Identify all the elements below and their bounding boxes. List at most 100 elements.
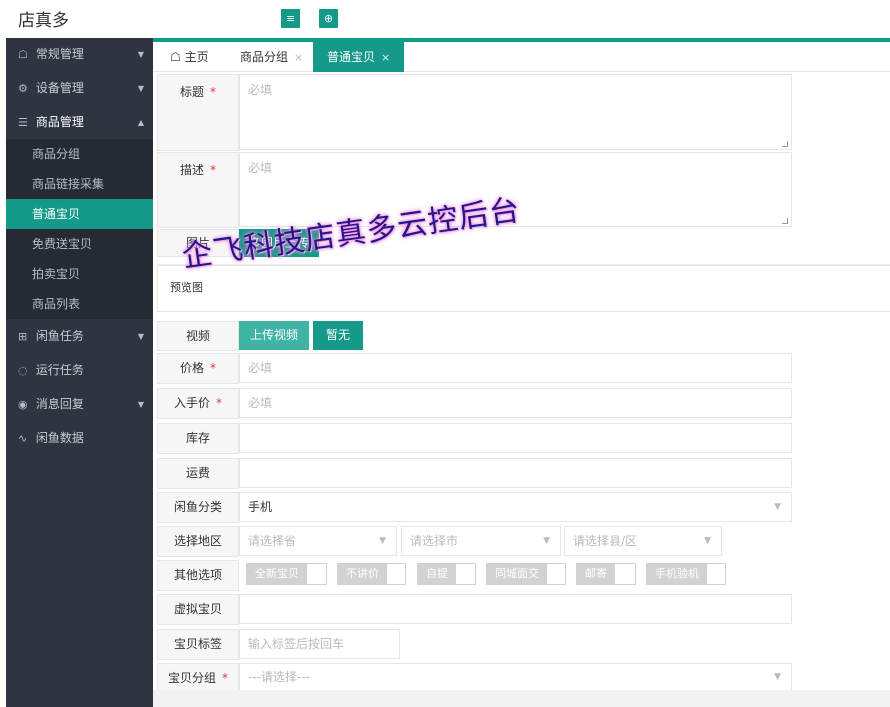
home-icon: ☖ bbox=[18, 48, 28, 61]
price-input[interactable]: 必填 bbox=[239, 353, 792, 383]
category-label: 闲鱼分类 bbox=[157, 492, 239, 523]
sidebar-item-label: 运行任务 bbox=[35, 363, 84, 377]
pulse-icon: ∿ bbox=[18, 432, 28, 445]
virtual-item-input[interactable] bbox=[239, 594, 792, 624]
chevron-down-icon: ▼ bbox=[543, 536, 550, 546]
sidebar-item-products[interactable]: ☰ 商品管理 ▲ bbox=[6, 106, 153, 139]
toggle-label: 手机验机 bbox=[647, 564, 707, 584]
menu-icon: ≡ bbox=[285, 12, 296, 25]
close-icon[interactable]: × bbox=[294, 51, 303, 64]
sidebar-item-label: 常规管理 bbox=[35, 47, 84, 61]
caret-down-icon: ▼ bbox=[137, 400, 144, 409]
tab-bar: ☖ 主页 商品分组 × 普通宝贝 × bbox=[153, 42, 890, 72]
sidebar-item-xianyu-tasks[interactable]: ⊞ 闲鱼任务 ▼ bbox=[6, 320, 153, 353]
virtual-item-label: 虚拟宝贝 bbox=[157, 594, 239, 625]
sidebar-item-xianyu-data[interactable]: ∿ 闲鱼数据 bbox=[6, 422, 153, 455]
toggle-label: 全新宝贝 bbox=[247, 564, 307, 584]
district-select[interactable]: 请选择县/区 ▼ bbox=[564, 526, 722, 556]
cost-price-input[interactable]: 必填 bbox=[239, 388, 792, 418]
tab-home[interactable]: ☖ 主页 bbox=[170, 42, 209, 72]
item-tags-input[interactable]: 输入标签后按回车 bbox=[239, 629, 400, 659]
city-select[interactable]: 请选择市 ▼ bbox=[401, 526, 561, 556]
sidebar: ☖ 常规管理 ▼ ⚙ 设备管理 ▼ ☰ 商品管理 ▲ 商品分组 商品链接采集 普… bbox=[6, 38, 153, 707]
top-header: 店真多 ≡ ⊕ bbox=[0, 0, 890, 38]
tab-label: 商品分组 bbox=[240, 50, 289, 64]
sidebar-item-devices[interactable]: ⚙ 设备管理 ▼ bbox=[6, 72, 153, 105]
preview-label: 预览图 bbox=[170, 281, 203, 294]
category-select[interactable]: 手机 ▼ bbox=[239, 492, 792, 522]
cost-price-label: 入手价 * bbox=[157, 388, 239, 419]
label-text: 价格 bbox=[179, 361, 204, 375]
toggle-phone-inspect[interactable]: 手机验机 bbox=[646, 563, 726, 585]
stock-input[interactable] bbox=[239, 423, 792, 453]
tab-product-groups[interactable]: 商品分组 × bbox=[240, 42, 303, 72]
tab-normal-item[interactable]: 普通宝贝 × bbox=[313, 42, 405, 72]
sidebar-item-message-reply[interactable]: ◉ 消息回复 ▼ bbox=[6, 388, 153, 421]
sidebar-subitem-link-collect[interactable]: 商品链接采集 bbox=[6, 169, 153, 199]
caret-down-icon: ▼ bbox=[137, 84, 144, 93]
required-mark: * bbox=[210, 85, 216, 99]
required-mark: * bbox=[210, 163, 216, 177]
placeholder: 请选择县/区 bbox=[573, 534, 638, 548]
toggle-brand-new[interactable]: 全新宝贝 bbox=[246, 563, 327, 585]
sidebar-item-label: 闲鱼任务 bbox=[35, 329, 84, 343]
sidebar-subitem-free-item[interactable]: 免费送宝贝 bbox=[6, 229, 153, 259]
sidebar-item-label: 设备管理 bbox=[35, 81, 84, 95]
placeholder: 请选择市 bbox=[410, 534, 459, 548]
toggle-no-bargain[interactable]: 不讲价 bbox=[337, 563, 406, 585]
home-icon: ☖ bbox=[170, 50, 181, 64]
no-video-button[interactable]: 暂无 bbox=[313, 321, 363, 350]
sidebar-subitem-auction-item[interactable]: 拍卖宝贝 bbox=[6, 259, 153, 289]
menu-toggle-button[interactable]: ≡ bbox=[281, 9, 300, 28]
sidebar-subitem-normal-item[interactable]: 普通宝贝 bbox=[6, 199, 153, 229]
label-text: 宝贝分组 bbox=[167, 671, 216, 685]
price-label: 价格 * bbox=[157, 353, 239, 384]
preview-area bbox=[157, 265, 890, 312]
caret-down-icon: ▼ bbox=[137, 332, 144, 341]
resize-handle-icon[interactable] bbox=[782, 141, 788, 147]
toggle-label: 自提 bbox=[418, 564, 456, 584]
sidebar-item-run-tasks[interactable]: ◌ 运行任务 bbox=[6, 354, 153, 387]
sidebar-item-label: 闲鱼数据 bbox=[35, 431, 84, 445]
upload-video-button[interactable]: 上传视频 bbox=[239, 321, 309, 350]
video-label: 视频 bbox=[157, 321, 239, 351]
toggle-mail[interactable]: 邮寄 bbox=[576, 563, 636, 585]
description-label: 描述 * bbox=[157, 152, 239, 228]
add-button[interactable]: ⊕ bbox=[319, 9, 338, 28]
required-mark: * bbox=[222, 671, 228, 685]
tab-label: 普通宝贝 bbox=[327, 50, 376, 64]
chevron-down-icon: ▼ bbox=[704, 536, 711, 546]
shipping-label: 运费 bbox=[157, 458, 239, 489]
eye-icon: ◉ bbox=[18, 398, 28, 411]
placeholder: ---请选择--- bbox=[248, 670, 310, 684]
add-icon: ⊕ bbox=[323, 12, 334, 25]
required-mark: * bbox=[210, 361, 216, 375]
required-mark: * bbox=[216, 396, 222, 410]
item-tags-label: 宝贝标签 bbox=[157, 629, 239, 660]
sidebar-subitem-product-list[interactable]: 商品列表 bbox=[6, 289, 153, 319]
sidebar-subitem-groups[interactable]: 商品分组 bbox=[6, 139, 153, 169]
spinner-icon: ◌ bbox=[18, 364, 28, 377]
sidebar-item-label: 商品管理 bbox=[35, 115, 84, 129]
title-textarea[interactable]: 必填 bbox=[239, 74, 792, 150]
resize-handle-icon[interactable] bbox=[782, 218, 788, 224]
list-icon: ☰ bbox=[18, 116, 28, 129]
item-group-select[interactable]: ---请选择--- ▼ bbox=[239, 663, 792, 691]
province-select[interactable]: 请选择省 ▼ bbox=[239, 526, 397, 556]
gear-icon: ⚙ bbox=[18, 82, 28, 95]
horizontal-scrollbar[interactable] bbox=[153, 690, 890, 707]
caret-down-icon: ▼ bbox=[137, 50, 144, 59]
toggle-label: 不讲价 bbox=[338, 564, 387, 584]
shipping-input[interactable] bbox=[239, 458, 792, 488]
selected-value: 手机 bbox=[248, 500, 273, 514]
toggle-local-meetup[interactable]: 同城面交 bbox=[486, 563, 566, 585]
chevron-down-icon: ▼ bbox=[379, 536, 386, 546]
toggle-self-pickup[interactable]: 自提 bbox=[417, 563, 476, 585]
stock-label: 库存 bbox=[157, 423, 239, 454]
sidebar-item-general[interactable]: ☖ 常规管理 ▼ bbox=[6, 38, 153, 71]
region-label: 选择地区 bbox=[157, 526, 239, 557]
caret-up-icon: ▲ bbox=[137, 118, 144, 127]
chevron-down-icon: ▼ bbox=[774, 502, 781, 512]
toggle-label: 同城面交 bbox=[487, 564, 547, 584]
close-icon[interactable]: × bbox=[381, 51, 390, 64]
